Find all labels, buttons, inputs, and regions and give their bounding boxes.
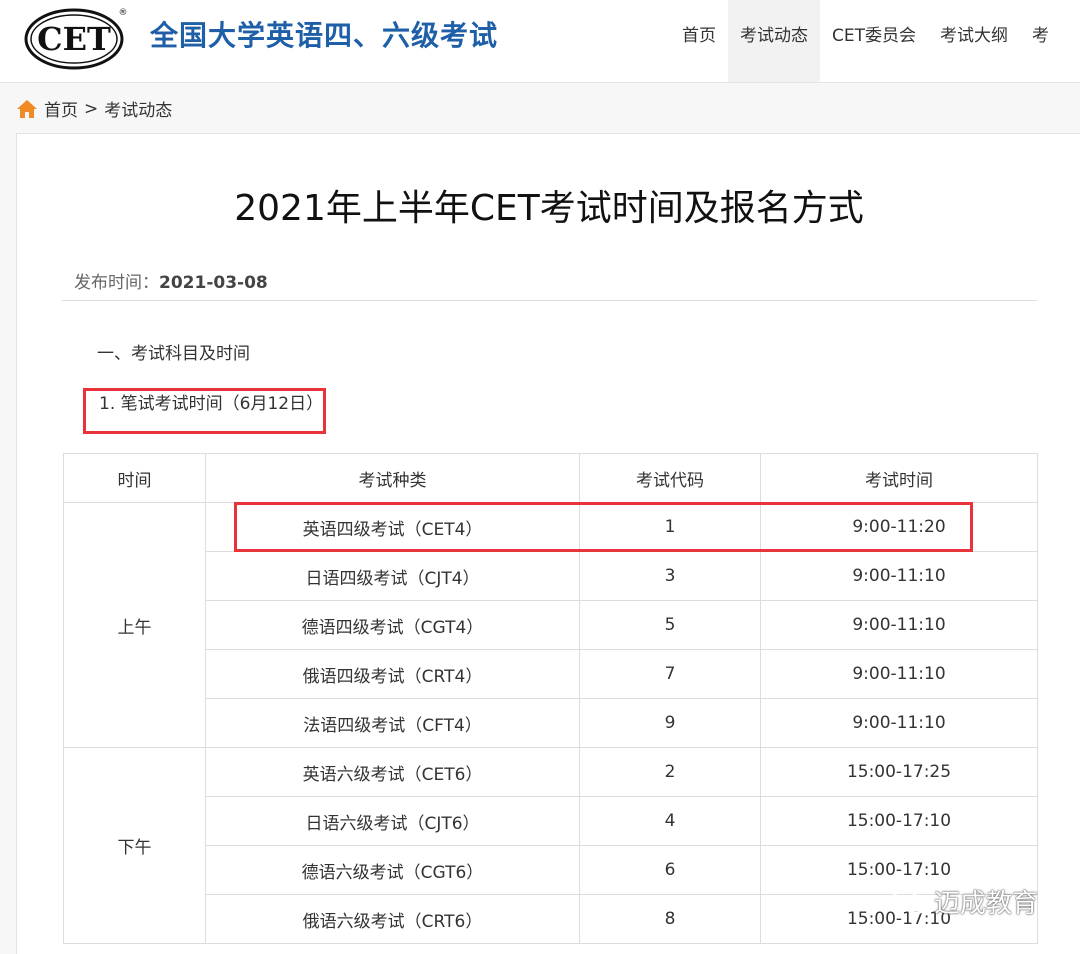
- period-cell: 下午: [63, 747, 206, 944]
- divider: [62, 300, 1037, 301]
- nav-item-syllabus[interactable]: 考试大纲: [928, 0, 1020, 82]
- exam-type-cell: 俄语六级考试（CRT6）: [205, 894, 580, 944]
- exam-type-cell: 俄语四级考试（CRT4）: [205, 649, 580, 699]
- table-row: 日语六级考试（CJT6） 4 15:00-17:10: [64, 796, 1038, 846]
- exam-time-cell: 9:00-11:10: [760, 600, 1038, 650]
- svg-text:CET: CET: [37, 20, 111, 58]
- table-row: 日语四级考试（CJT4） 3 9:00-11:10: [64, 551, 1038, 601]
- section-heading: 一、考试科目及时间: [97, 344, 250, 364]
- exam-code-cell: 3: [579, 551, 761, 601]
- highlight-box-subheading: [83, 388, 326, 434]
- breadcrumb: 首页 > 考试动态: [16, 96, 172, 121]
- exam-code-cell: 2: [579, 747, 761, 797]
- breadcrumb-home[interactable]: 首页: [44, 96, 78, 121]
- table-row: 德语四级考试（CGT4） 5 9:00-11:10: [64, 600, 1038, 650]
- nav-item-committee[interactable]: CET委员会: [820, 0, 928, 82]
- table-header-row: 时间 考试种类 考试代码 考试时间: [63, 453, 1038, 503]
- exam-time-cell: 9:00-11:10: [760, 698, 1038, 748]
- publish-date: 2021-03-08: [159, 273, 268, 293]
- period-cell: 上午: [63, 502, 206, 748]
- exam-type-cell: 德语六级考试（CGT6）: [205, 845, 580, 895]
- exam-time-cell: 15:00-17:10: [760, 796, 1038, 846]
- table-header: 考试代码: [579, 453, 761, 503]
- table-row: 俄语四级考试（CRT4） 7 9:00-11:10: [64, 649, 1038, 699]
- wechat-icon: [891, 888, 928, 914]
- article-container: 2021年上半年CET考试时间及报名方式 发布时间：2021-03-08 一、考…: [16, 133, 1080, 954]
- watermark: 迈成教育: [890, 883, 1038, 920]
- cet-logo[interactable]: CET ®: [24, 5, 128, 71]
- exam-type-cell: 英语六级考试（CET6）: [205, 747, 580, 797]
- table-row: 下午 英语六级考试（CET6） 2 15:00-17:25: [63, 747, 1038, 944]
- nav-item-home[interactable]: 首页: [670, 0, 728, 82]
- exam-type-cell: 德语四级考试（CGT4）: [205, 600, 580, 650]
- exam-code-cell: 5: [579, 600, 761, 650]
- breadcrumb-separator: >: [84, 98, 99, 119]
- nav-item-more[interactable]: 考: [1020, 0, 1061, 82]
- exam-type-cell: 日语四级考试（CJT4）: [205, 551, 580, 601]
- exam-time-cell: 9:00-11:10: [760, 649, 1038, 699]
- breadcrumb-current[interactable]: 考试动态: [104, 96, 172, 121]
- table-row: 法语四级考试（CFT4） 9 9:00-11:10: [64, 698, 1038, 748]
- publish-meta: 发布时间：2021-03-08: [74, 268, 268, 293]
- table-header: 时间: [63, 453, 206, 503]
- home-icon: [17, 99, 37, 118]
- site-title[interactable]: 全国大学英语四、六级考试: [150, 14, 498, 54]
- nav-item-news[interactable]: 考试动态: [728, 0, 820, 82]
- svg-text:®: ®: [119, 8, 128, 18]
- exam-code-cell: 4: [579, 796, 761, 846]
- highlight-box-cet4-row: [234, 502, 973, 552]
- site-header: CET ® 全国大学英语四、六级考试 首页 考试动态 CET委员会 考试大纲 考: [0, 0, 1080, 83]
- exam-code-cell: 7: [579, 649, 761, 699]
- exam-type-cell: 法语四级考试（CFT4）: [205, 698, 580, 748]
- exam-code-cell: 9: [579, 698, 761, 748]
- exam-time-cell: 9:00-11:10: [760, 551, 1038, 601]
- exam-code-cell: 8: [579, 894, 761, 944]
- exam-code-cell: 6: [579, 845, 761, 895]
- watermark-text: 迈成教育: [934, 889, 1039, 919]
- table-header: 考试时间: [760, 453, 1038, 503]
- exam-type-cell: 日语六级考试（CJT6）: [205, 796, 580, 846]
- exam-time-cell: 15:00-17:25: [760, 747, 1038, 797]
- article-title: 2021年上半年CET考试时间及报名方式: [234, 188, 864, 229]
- table-header: 考试种类: [205, 453, 580, 503]
- publish-label: 发布时间：: [74, 273, 159, 293]
- main-nav: 首页 考试动态 CET委员会 考试大纲 考: [670, 0, 1061, 82]
